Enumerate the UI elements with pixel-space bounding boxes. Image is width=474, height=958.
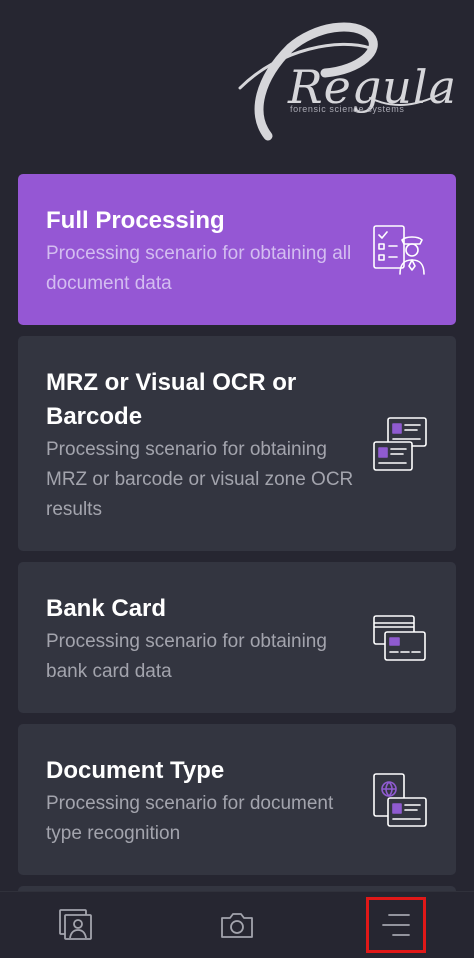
scenario-description: Processing scenario for document type re… [46, 793, 334, 844]
camera-icon [221, 913, 253, 938]
logo-tagline: forensic science systems [290, 104, 405, 114]
scenario-card-full-processing[interactable]: Full Processing Processing scenario for … [18, 174, 456, 325]
scenario-list: Full Processing Processing scenario for … [18, 174, 456, 921]
menu-lines-icon [382, 914, 410, 936]
officer-checklist-icon [373, 224, 425, 275]
id-cards-icon [373, 416, 427, 471]
scenario-title: MRZ or Visual OCR or Barcode [46, 369, 297, 430]
scenario-title: Full Processing [46, 207, 225, 234]
scenario-description: Processing scenario for obtaining bank c… [46, 631, 327, 682]
scenario-description: Processing scenario for obtaining MRZ or… [46, 439, 354, 520]
gallery-button[interactable] [46, 897, 106, 953]
camera-button[interactable] [207, 897, 267, 953]
scenario-description: Processing scenario for obtaining all do… [46, 243, 352, 294]
scenario-title: Document Type [46, 757, 225, 784]
scenario-title: Bank Card [46, 595, 167, 622]
gallery-portrait-icon [59, 909, 92, 940]
passport-card-icon [373, 772, 427, 827]
bottom-navbar [0, 891, 474, 958]
scenario-card-bank-card[interactable]: Bank Card Processing scenario for obtain… [18, 562, 456, 713]
scenario-card-document-type[interactable]: Document Type Processing scenario for do… [18, 724, 456, 875]
regula-logo: Regula forensic science systems [220, 18, 456, 143]
bank-cards-icon [373, 614, 426, 661]
menu-button[interactable] [366, 897, 426, 953]
scenario-card-mrz-ocr-barcode[interactable]: MRZ or Visual OCR or Barcode Processing … [18, 336, 456, 551]
app-screen: Regula forensic science systems Full Pro… [0, 0, 474, 958]
